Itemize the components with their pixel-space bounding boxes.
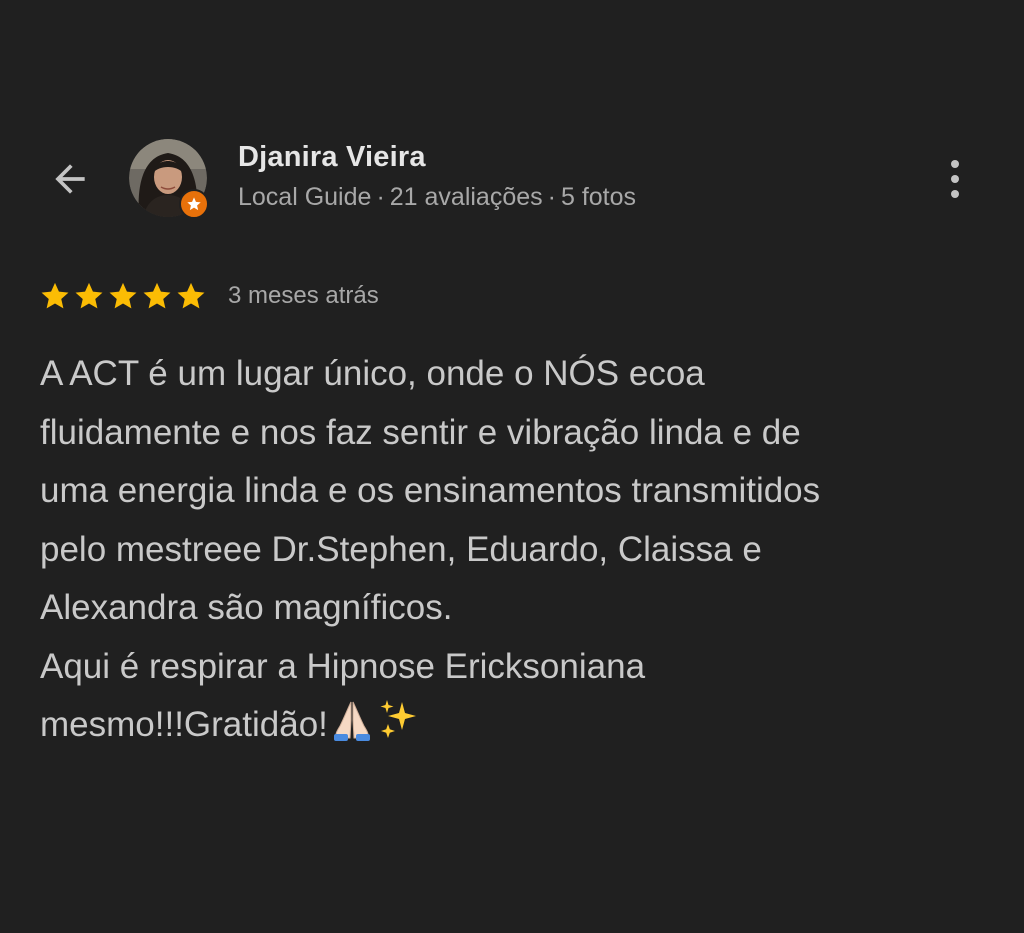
more-vert-icon [951,175,959,183]
meta-separator: · [547,183,556,211]
avatar[interactable] [129,139,209,219]
review-line-last: mesmo!!!Gratidão! [40,696,990,761]
sparkles-emoji [376,696,422,761]
star-icon [177,282,205,309]
star-icon [109,282,137,309]
more-options-button[interactable] [935,154,975,204]
review-line: A ACT é um lugar único, onde o NÓS ecoa [40,354,705,393]
local-guide-label: Local Guide [238,183,372,211]
star-rating [39,280,207,312]
review-line: fluidamente e nos faz sentir e vibração … [40,412,801,452]
star-icon [41,282,69,309]
review-line: Alexandra são magníficos. [40,588,453,627]
review-line: Aqui é respirar a Hipnose Ericksoniana [40,646,646,686]
review-date: 3 meses atrás [228,282,379,309]
local-guide-badge [179,189,209,219]
review-text: A ACT é um lugar único, onde o NÓS ecoa … [40,345,990,761]
star-icon [187,197,201,211]
photo-count: 5 fotos [560,183,637,211]
more-vert-icon [951,160,959,168]
folded-hands-emoji [330,698,374,761]
review-line: uma energia linda e os ensinamentos tran… [40,471,821,510]
review-line: mesmo!!!Gratidão! [40,705,328,744]
arrow-back-icon [55,164,85,194]
user-name[interactable]: Djanira Vieira [238,141,426,174]
review-line: pelo mestreee Dr.Stephen, Eduardo, Clais… [40,529,762,569]
review-count: 21 avaliações [389,183,543,211]
back-button[interactable] [40,152,100,206]
more-vert-icon [951,190,959,198]
rating-row: 3 meses atrás [39,279,379,313]
meta-separator: · [376,183,385,211]
star-icon [75,282,103,309]
user-meta: Local Guide · 21 avaliações · 5 fotos [238,183,636,212]
star-icon [143,282,171,309]
